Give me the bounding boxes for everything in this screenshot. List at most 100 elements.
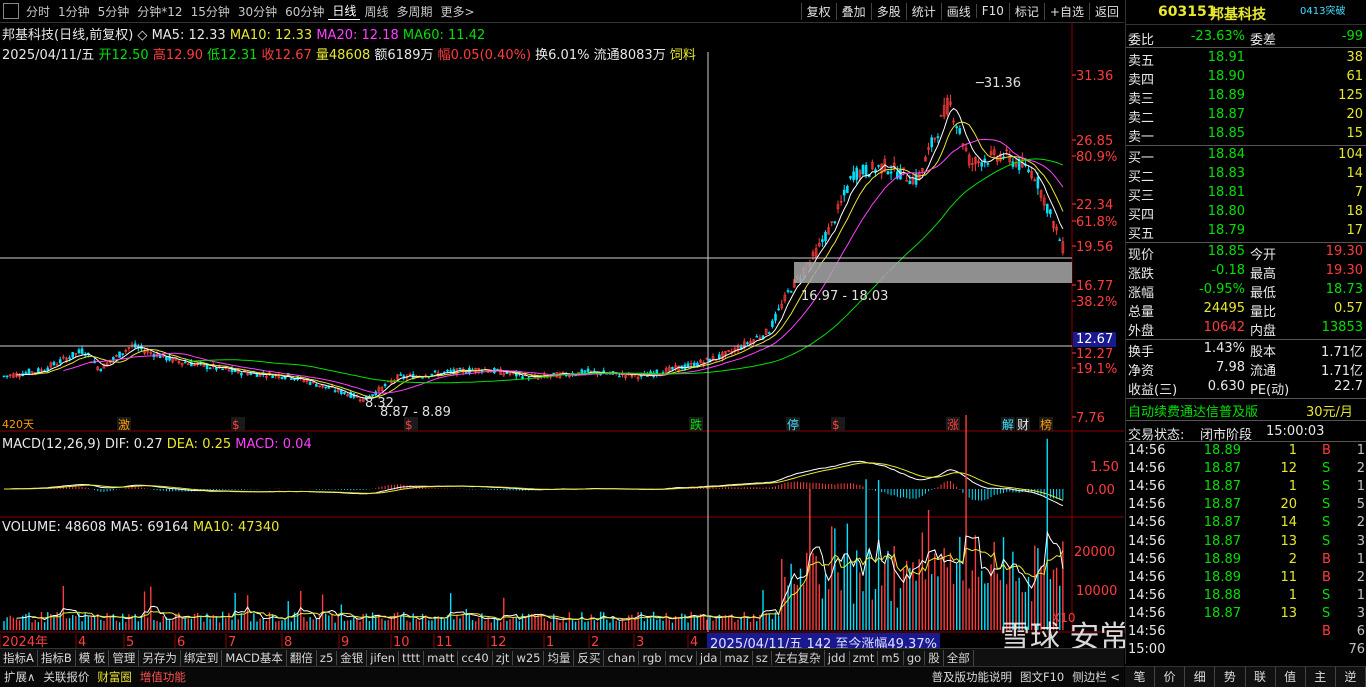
indicator-button-8[interactable]: z5 (317, 650, 338, 665)
tf-multi[interactable]: 多周期 (392, 3, 436, 20)
ma20-label: MA20: 12.18 (316, 28, 399, 43)
add-watchlist-button[interactable]: +自选 (1043, 2, 1089, 20)
settings-icon[interactable]: ◇ (137, 28, 147, 43)
quote-tab-4[interactable]: 联 (1246, 667, 1276, 687)
indicator-button-16[interactable]: 均量 (544, 649, 575, 666)
stock-tag[interactable]: 0413突破 (1300, 2, 1345, 17)
bar-low: 低12.31 (207, 48, 258, 63)
indicator-button-6[interactable]: MACD基本 (222, 649, 287, 666)
tf-15min[interactable]: 15分钟 (187, 3, 234, 20)
indicator-button-17[interactable]: 反买 (574, 649, 605, 666)
stat-row: 涨跌 -0.18 最高 19.30 (1126, 262, 1366, 282)
indicator-button-25[interactable]: jdd (825, 650, 850, 665)
candle-body (786, 290, 790, 292)
indicator-button-3[interactable]: 管理 (109, 649, 140, 666)
indicator-button-7[interactable]: 翻倍 (287, 649, 317, 666)
tf-daily[interactable]: 日线 (328, 2, 361, 20)
tf-weekly[interactable]: 周线 (360, 3, 392, 20)
indicator-button-5[interactable]: 绑定到 (181, 649, 223, 666)
indicator-button-11[interactable]: tttt (399, 650, 425, 665)
indicator-button-22[interactable]: maz (721, 650, 753, 665)
quote-cell: 1 (1288, 587, 1297, 603)
multi-stock-button[interactable]: 多股 (870, 2, 906, 20)
tf-1min[interactable]: 1分钟 (54, 3, 94, 20)
indicator-button-12[interactable]: matt (424, 650, 459, 665)
quote-tab-3[interactable]: 势 (1215, 667, 1246, 687)
kline-chart[interactable]: 31.36 26.8580.9% 22.34 61.8% 19.56 16.7738.2%… (0, 22, 1124, 648)
tf-more[interactable]: 更多> (436, 3, 478, 20)
promo-text: 自动续费通达信普及版 (1128, 405, 1259, 420)
quote-cell: 15 (1346, 126, 1363, 141)
indicator-button-4[interactable]: 另存为 (139, 649, 181, 666)
quote-tab-6[interactable]: 主 (1306, 667, 1336, 687)
indicator-button-13[interactable]: cc40 (458, 650, 493, 665)
sidebar-button[interactable]: 侧边栏 < (1068, 669, 1124, 685)
help-button[interactable]: 普及版功能说明 (927, 669, 1016, 685)
adjust-button[interactable]: 复权 (800, 2, 836, 20)
tf-5min[interactable]: 5分钟 (94, 3, 134, 20)
close-icon[interactable] (3, 3, 19, 19)
candle-body (908, 180, 912, 185)
indicator-button-26[interactable]: zmt (850, 650, 879, 665)
indicator-button-15[interactable]: w25 (513, 650, 545, 665)
value-added-button[interactable]: 增值功能 (136, 669, 190, 685)
f10-graphic-button[interactable]: 图文F10 (1016, 669, 1068, 685)
indicator-button-28[interactable]: go (904, 650, 926, 665)
indicator-button-23[interactable]: sz (753, 650, 772, 665)
candle-body (343, 391, 346, 395)
industry-label[interactable]: 饲料 (670, 48, 696, 63)
expand-button[interactable]: 扩展∧ (0, 669, 39, 685)
tf-minute[interactable]: 分时 (22, 3, 54, 20)
bid-row: 买三 18.81 7 (1126, 184, 1366, 204)
tf-min12[interactable]: 分钟*12 (133, 3, 186, 20)
quote-tab-2[interactable]: 细 (1185, 667, 1216, 687)
candle-body (333, 390, 337, 392)
quote-tab-7[interactable]: 逆 (1336, 667, 1366, 687)
quote-cell: 0.630 (1207, 379, 1245, 394)
indicator-button-18[interactable]: chan (604, 650, 640, 665)
indicator-button-29[interactable]: 股 (925, 649, 944, 666)
candle-body (205, 364, 209, 370)
draw-button[interactable]: 画线 (940, 2, 976, 20)
event-label: 跌 (690, 417, 702, 432)
indicator-button-19[interactable]: rgb (639, 650, 666, 665)
quote-cell: 125 (1338, 88, 1363, 103)
quote-cell: -0.95% (1199, 282, 1245, 297)
indicator-button-2[interactable]: 模 板 (76, 649, 110, 666)
indicator-button-24[interactable]: 左右复杂 (772, 649, 825, 666)
overlay-button[interactable]: 叠加 (835, 2, 871, 20)
related-quote-button[interactable]: 关联报价 (39, 669, 93, 685)
candle-body (165, 356, 168, 361)
back-button[interactable]: 返回 (1088, 2, 1124, 20)
indicator-button-14[interactable]: zjt (493, 650, 514, 665)
indicator-button-20[interactable]: mcv (666, 650, 697, 665)
indicator-button-30[interactable]: 全部 (944, 649, 974, 666)
quote-tab-5[interactable]: 值 (1276, 667, 1306, 687)
indicator-button-21[interactable]: jda (697, 650, 722, 665)
indicator-button-1[interactable]: 指标B (38, 649, 76, 666)
candle-body (77, 349, 81, 354)
tf-30min[interactable]: 30分钟 (234, 3, 281, 20)
indicator-button-10[interactable]: jifen (367, 650, 400, 665)
wealth-circle-button[interactable]: 财富圈 (93, 669, 136, 685)
quote-tab-0[interactable]: 笔 (1125, 667, 1156, 687)
bid-row: 买一 18.84 104 (1126, 146, 1366, 166)
indicator-button-9[interactable]: 金银 (337, 649, 368, 666)
x-axis-label: 4 (690, 635, 698, 648)
price-axis-label: 61.8% (1076, 215, 1117, 230)
tf-60min[interactable]: 60分钟 (281, 3, 328, 20)
stats-button[interactable]: 统计 (905, 2, 941, 20)
event-label: 激 (118, 418, 130, 432)
indicator-button-0[interactable]: 指标A (0, 649, 38, 666)
quote-cell: 现价 (1128, 248, 1155, 263)
candle-body (71, 351, 75, 358)
f10-button[interactable]: F10 (975, 4, 1009, 18)
quote-cell: S (1322, 605, 1331, 621)
indicator-button-27[interactable]: m5 (878, 650, 904, 665)
stat2-row: 净资 7.98 流通 1.71亿 (1126, 359, 1366, 379)
mark-button[interactable]: 标记 (1008, 2, 1044, 20)
quote-tab-1[interactable]: 价 (1155, 667, 1186, 687)
candle-body (121, 353, 124, 355)
x-axis-label: 2 (591, 635, 599, 648)
quote-cell: B (1322, 443, 1331, 458)
